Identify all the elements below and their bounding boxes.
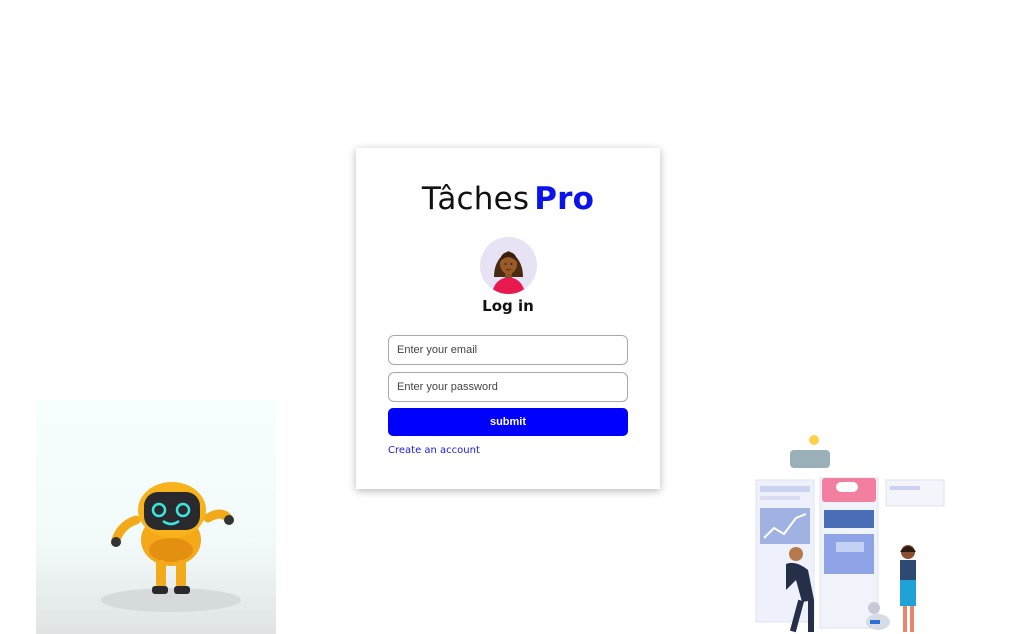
submit-button[interactable]: submit	[388, 408, 628, 436]
brand-name: Tâches	[421, 181, 530, 217]
user-avatar-icon	[480, 237, 537, 294]
login-card: TâchesPro Log in submit Create an accoun…	[356, 148, 660, 489]
brand-logo: Tâches Pro	[356, 181, 660, 217]
create-account-link[interactable]: Create an account	[388, 445, 480, 456]
brand-accent: Pro	[534, 181, 595, 217]
robot-illustration	[36, 400, 276, 634]
login-title: Log in	[482, 297, 534, 315]
password-field[interactable]	[388, 372, 628, 402]
team-workspace-illustration	[750, 430, 950, 634]
email-field[interactable]	[388, 335, 628, 365]
